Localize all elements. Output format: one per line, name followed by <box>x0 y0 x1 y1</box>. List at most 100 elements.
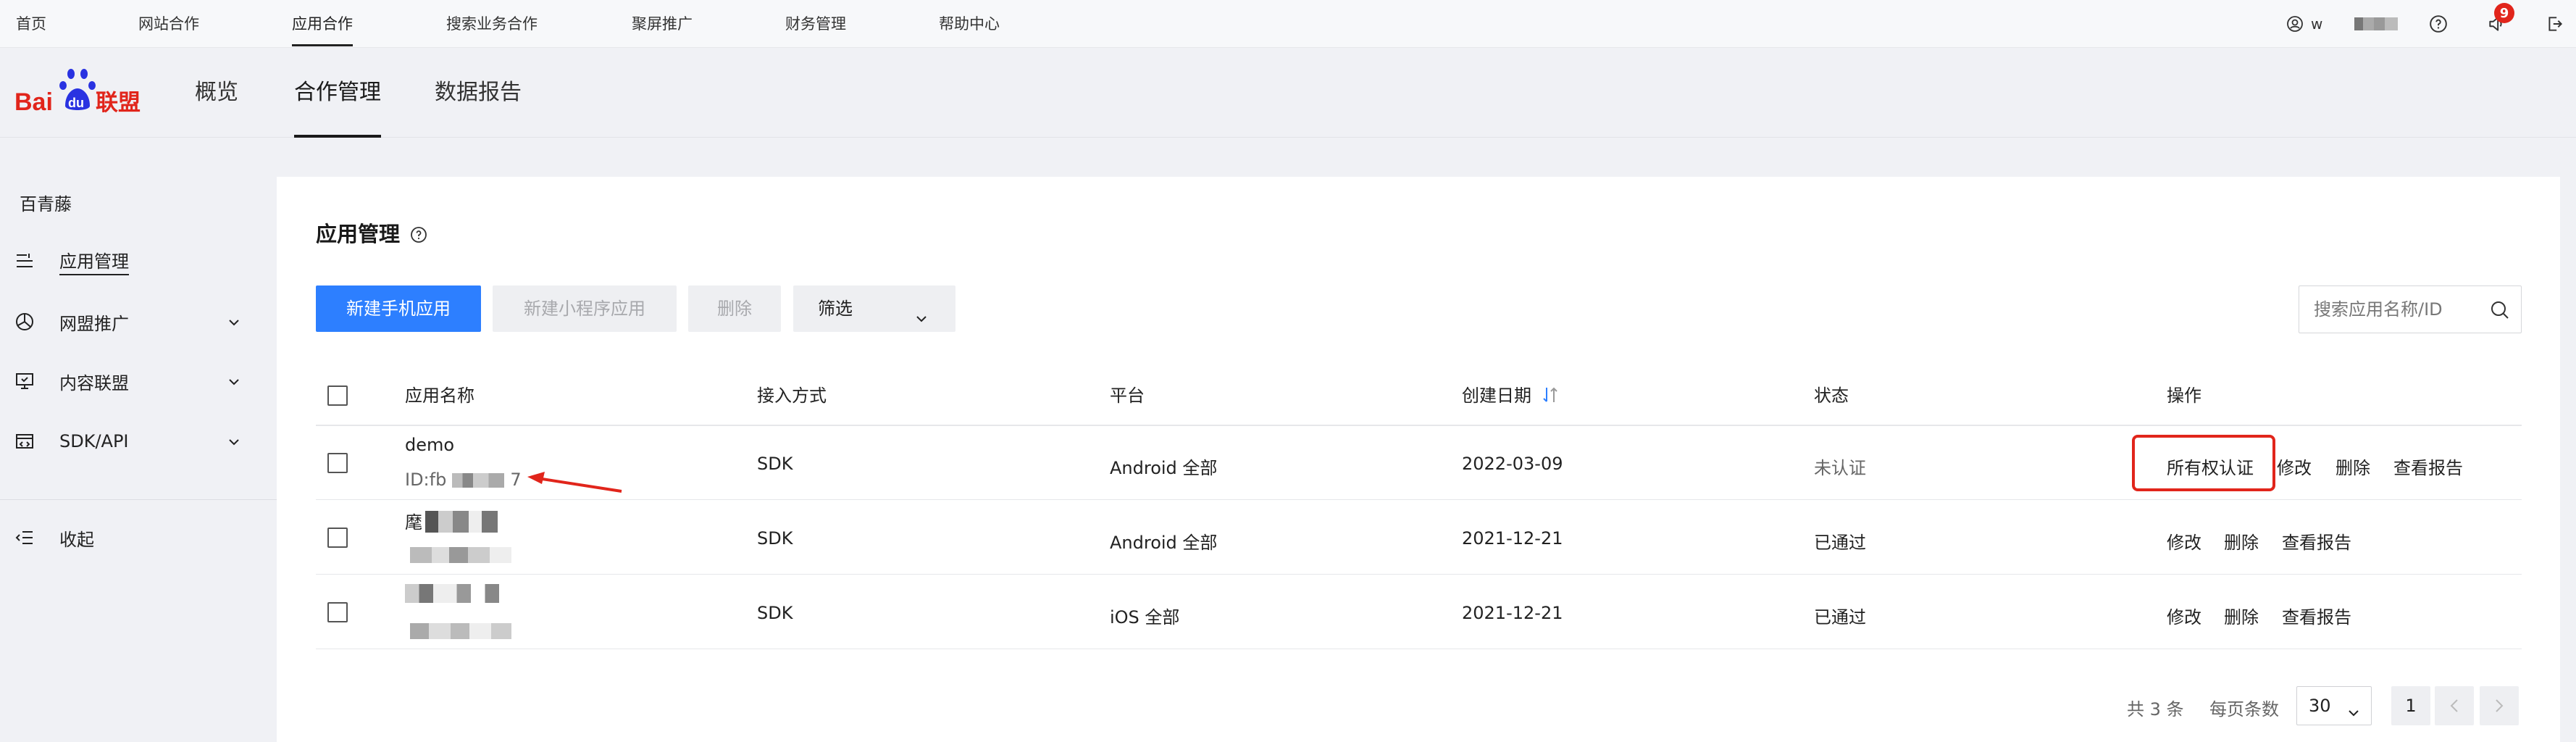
tab-data-report[interactable]: 数据报告 <box>435 48 522 138</box>
app-id: ID:fb 7 <box>405 470 522 490</box>
edit-link[interactable]: 修改 <box>2277 454 2312 479</box>
topnav-finance[interactable]: 财务管理 <box>785 0 846 48</box>
user-icon <box>2286 15 2304 33</box>
access-method: SDK <box>757 603 793 623</box>
baidu-union-logo[interactable]: Bai du 联盟 <box>14 64 145 122</box>
page-title-text: 应用管理 <box>316 222 401 246</box>
logout-icon <box>2546 14 2564 33</box>
column-header-app-name: 应用名称 <box>405 385 474 406</box>
status: 未认证 <box>1814 458 1866 478</box>
edit-link[interactable]: 修改 <box>2167 528 2201 554</box>
row-checkbox[interactable] <box>327 528 348 548</box>
column-header-access: 接入方式 <box>757 385 827 406</box>
app-name-redacted <box>425 511 498 533</box>
new-app-button[interactable]: 新建手机应用 <box>316 285 481 332</box>
sidebar-item-label: 应用管理 <box>59 247 129 275</box>
help-icon <box>2429 14 2448 33</box>
app-id-redacted <box>410 623 511 639</box>
user-name-redacted <box>2354 17 2399 30</box>
per-page-select[interactable]: 30 <box>2296 686 2372 725</box>
top-navigation-bar: 首页 网站合作 应用合作 搜索业务合作 聚屏推广 财务管理 帮助中心 w 9 <box>0 0 2576 48</box>
app-name-text: 麾 <box>405 512 422 533</box>
topnav-screen-promotion[interactable]: 聚屏推广 <box>632 0 693 48</box>
new-mini-program-button[interactable]: 新建小程序应用 <box>493 285 677 332</box>
chevron-down-icon <box>225 372 243 391</box>
app-name[interactable]: 麾 <box>405 508 498 533</box>
topnav-home[interactable]: 首页 <box>16 0 46 48</box>
app-id-redacted <box>410 547 511 563</box>
next-page-button[interactable] <box>2480 686 2519 725</box>
chevron-down-icon <box>2345 697 2362 717</box>
column-header-platform: 平台 <box>1110 385 1145 406</box>
created-date: 2021-12-21 <box>1462 528 1563 549</box>
edit-link[interactable]: 修改 <box>2167 603 2201 628</box>
tab-cooperation-management[interactable]: 合作管理 <box>294 48 381 138</box>
access-method: SDK <box>757 528 793 549</box>
annotation-highlight-box <box>2132 435 2275 491</box>
app-id-prefix: ID:fb <box>405 470 447 490</box>
filter-dropdown[interactable]: 筛选 <box>793 285 955 332</box>
page-button-current[interactable]: 1 <box>2391 686 2430 725</box>
prev-page-button[interactable] <box>2435 686 2474 725</box>
sidebar-divider <box>0 499 277 500</box>
sidebar-item-sdk-api[interactable]: SDK/API <box>0 420 277 463</box>
chevron-down-icon <box>225 433 243 451</box>
collapse-label: 收起 <box>59 529 94 550</box>
select-all-checkbox[interactable] <box>327 385 348 406</box>
search-icon[interactable] <box>2489 299 2511 321</box>
sidebar-collapse-button[interactable]: 收起 <box>0 516 277 559</box>
logout-button[interactable] <box>2546 0 2564 48</box>
table-row: 麾 SDK Android 全部 2021-12-21 已通过 修改 删除 查看… <box>316 501 2522 575</box>
sdk-icon <box>14 431 35 451</box>
logo-bai: Bai <box>14 88 53 116</box>
platform: Android 全部 <box>1110 458 1218 478</box>
main-panel: 应用管理 新建手机应用 新建小程序应用 删除 筛选 搜索应用名称/ID 应用名称… <box>277 177 2560 742</box>
created-date: 2022-03-09 <box>1462 454 1563 474</box>
topnav-search-cooperation[interactable]: 搜索业务合作 <box>446 0 538 48</box>
topnav-app-cooperation[interactable]: 应用合作 <box>292 0 353 48</box>
search-input[interactable]: 搜索应用名称/ID <box>2299 285 2522 333</box>
chevron-down-icon <box>225 313 243 332</box>
column-header-status: 状态 <box>1814 385 1849 406</box>
view-report-link[interactable]: 查看报告 <box>2393 454 2463 479</box>
chart-icon <box>14 312 35 332</box>
sidebar-title: 百青藤 <box>20 194 72 214</box>
per-page-value: 30 <box>2309 696 2331 716</box>
user-name: w <box>2311 15 2323 33</box>
topnav-website-cooperation[interactable]: 网站合作 <box>138 0 199 48</box>
app-name-redacted <box>405 584 499 603</box>
sort-icon[interactable] <box>1542 370 1559 402</box>
sidebar-item-network-promotion[interactable]: 网盟推广 <box>0 300 277 343</box>
page-title: 应用管理 <box>316 217 427 248</box>
chevron-left-icon <box>2450 699 2458 712</box>
app-name[interactable]: demo <box>405 435 454 455</box>
tab-overview[interactable]: 概览 <box>195 48 238 138</box>
per-page-label: 每页条数 <box>2209 699 2279 720</box>
app-name[interactable] <box>405 584 499 607</box>
view-report-link[interactable]: 查看报告 <box>2282 528 2351 554</box>
sidebar: 百青藤 应用管理 网盟推广 内容联盟 SDK/API 收起 <box>0 138 277 742</box>
delete-link[interactable]: 删除 <box>2224 528 2259 554</box>
column-header-created-date[interactable]: 创建日期 <box>1462 367 1559 425</box>
notification-badge: 9 <box>2494 3 2514 23</box>
column-header-actions: 操作 <box>2167 385 2201 406</box>
delete-link[interactable]: 删除 <box>2224 603 2259 628</box>
help-icon[interactable] <box>410 224 427 243</box>
topnav-help-center[interactable]: 帮助中心 <box>939 0 1000 48</box>
row-checkbox[interactable] <box>327 453 348 473</box>
delete-link[interactable]: 删除 <box>2335 454 2370 479</box>
annotation-arrow-icon <box>527 472 622 493</box>
sidebar-item-content-union[interactable]: 内容联盟 <box>0 359 277 403</box>
row-checkbox[interactable] <box>327 602 348 622</box>
help-button[interactable] <box>2429 0 2448 48</box>
search-placeholder: 搜索应用名称/ID <box>2314 299 2443 320</box>
delete-button[interactable]: 删除 <box>688 285 781 332</box>
platform: Android 全部 <box>1110 533 1218 553</box>
user-menu[interactable]: w <box>2286 0 2399 48</box>
list-icon <box>14 251 35 271</box>
product-header: Bai du 联盟 概览 合作管理 数据报告 <box>0 48 2576 138</box>
view-report-link[interactable]: 查看报告 <box>2282 603 2351 628</box>
logo-lianmeng: 联盟 <box>96 90 141 116</box>
logo-du: du <box>68 96 84 110</box>
sidebar-item-app-management[interactable]: 应用管理 <box>0 239 277 283</box>
